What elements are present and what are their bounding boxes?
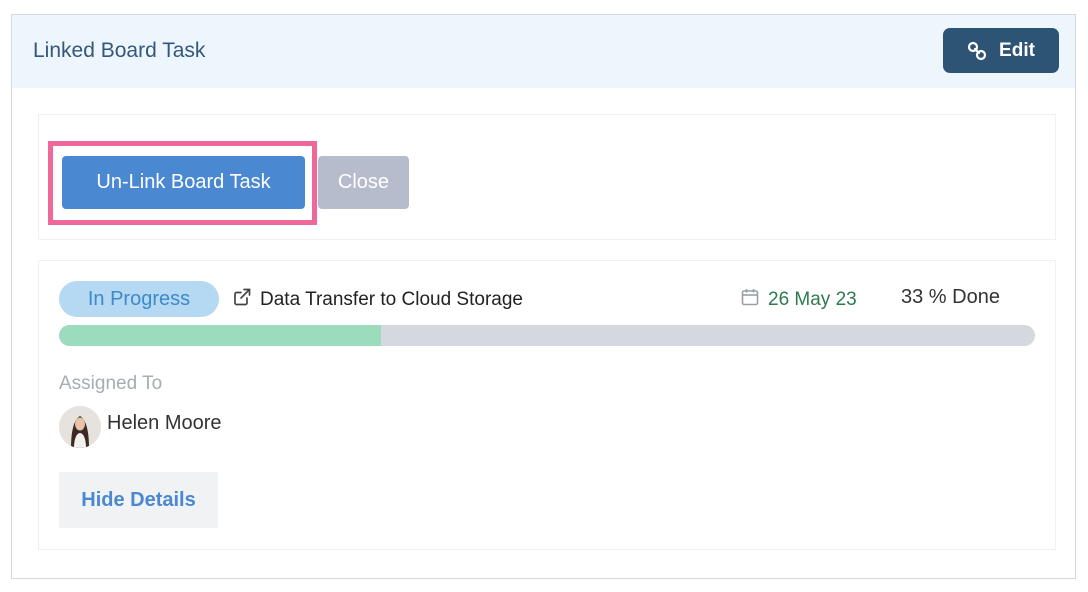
due-date-text: 26 May 23 [768, 288, 857, 310]
task-card: In Progress Data Transfer to Cloud Stora… [38, 260, 1056, 550]
avatar [59, 406, 101, 448]
task-title-link[interactable]: Data Transfer to Cloud Storage [232, 287, 523, 312]
edit-button-label: Edit [999, 39, 1035, 61]
due-date: 26 May 23 [740, 287, 857, 312]
close-button[interactable]: Close [318, 156, 409, 209]
calendar-icon [740, 287, 760, 312]
external-link-icon [232, 287, 252, 312]
percent-done: 33 % Done [901, 286, 1000, 308]
edit-button[interactable]: Edit [943, 28, 1059, 73]
panel-header: Linked Board Task Edit [12, 15, 1075, 88]
progress-fill [59, 325, 382, 346]
status-badge: In Progress [59, 281, 219, 317]
panel-title: Linked Board Task [33, 39, 206, 62]
task-title: Data Transfer to Cloud Storage [260, 288, 523, 310]
assignee-name: Helen Moore [107, 412, 222, 434]
link-icon [967, 41, 987, 61]
linked-board-task-panel: Linked Board Task Edit Un-Link Board Tas… [11, 14, 1076, 579]
link-actions-box: Un-Link Board Task Close [38, 114, 1056, 240]
hide-details-button[interactable]: Hide Details [59, 472, 218, 528]
progress-bar [59, 325, 1035, 346]
unlink-board-task-button[interactable]: Un-Link Board Task [62, 156, 305, 209]
assigned-to-label: Assigned To [59, 373, 163, 394]
